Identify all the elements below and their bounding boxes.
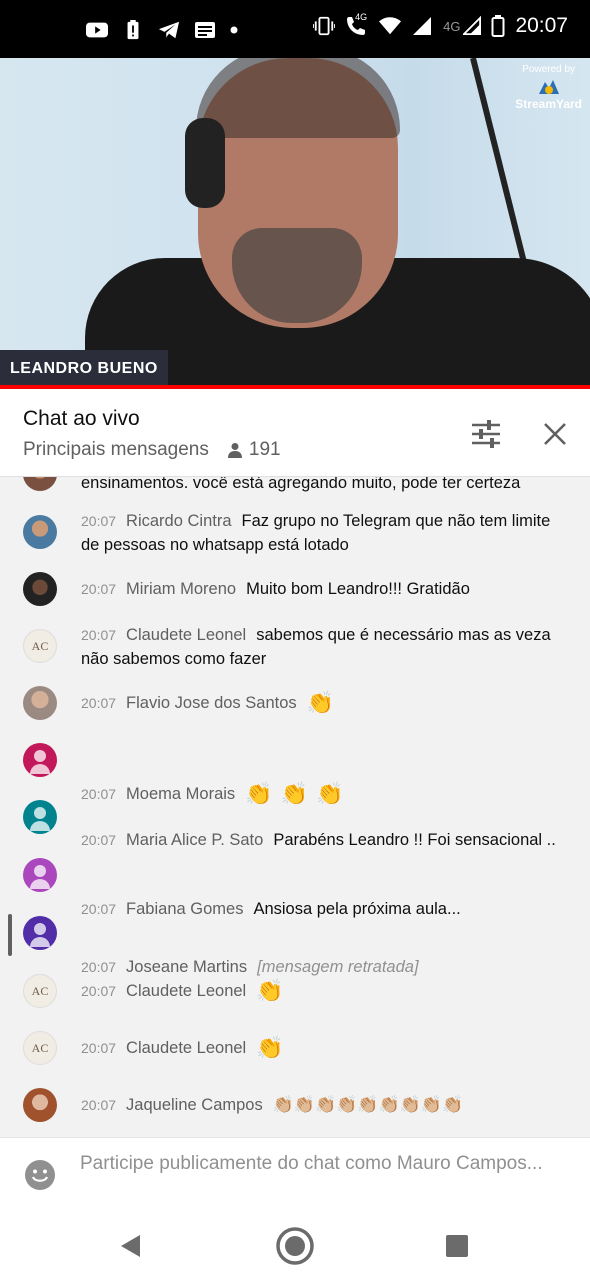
signal-icon [413,17,432,35]
avatar[interactable] [23,515,57,549]
message-author[interactable]: Fabiana Gomes [126,900,243,918]
clapping-emoji: 👏 [306,690,335,715]
chat-message: 20:07 Moema Morais 👏 👏 👏 [0,743,590,806]
recent-apps-icon[interactable] [446,1235,468,1257]
avatar[interactable]: AC [23,629,57,663]
headset [185,118,225,208]
message-text: Parabéns Leandro !! Foi sensacional .. [273,831,556,849]
avatar[interactable] [23,916,57,950]
avatar[interactable] [23,743,57,777]
presenter-name-tag: LEANDRO BUENO [0,350,168,388]
notification-icons [86,20,238,40]
signal-4g-icon: 4G [443,16,482,36]
system-icons: 4G 4G 20:07 [313,12,568,38]
volte-call-icon: 4G [345,12,369,37]
chat-header: Chat ao vivo Principais mensagens 191 [0,389,590,477]
chat-mode-selector[interactable]: Principais mensagens [23,439,209,461]
message-author[interactable]: Flavio Jose dos Santos [126,694,297,712]
dot-icon [230,26,238,34]
live-video-player[interactable]: Powered by StreamYard LEANDRO BUENO [0,58,590,388]
battery-alert-icon [127,20,139,40]
message-time: 20:07 [81,627,117,643]
avatar[interactable] [23,686,57,720]
close-chat-button[interactable] [540,419,570,449]
news-icon [195,22,215,38]
streamyard-watermark: Powered by StreamYard [515,64,582,111]
home-icon[interactable] [275,1226,315,1266]
chat-message: 20:07 Maria Alice P. Sato Parabéns Leandro… [0,794,590,849]
filter-settings-button[interactable] [470,419,502,449]
avatar[interactable] [23,477,57,491]
message-author[interactable]: Claudete Leonel [126,1039,246,1057]
chat-message: 20:07 Joseane Martins [mensagem retratada] [0,916,590,976]
vibrate-icon [313,16,336,36]
emoji-picker-button[interactable] [24,1159,56,1191]
message-text: Muito bom Leandro!!! Gratidão [246,580,470,598]
message-time: 20:07 [81,513,117,529]
viewer-count: 191 [227,439,281,461]
message-time: 20:07 [81,581,117,597]
message-time: 20:07 [81,832,117,848]
avatar[interactable]: AC [23,1031,57,1065]
avatar[interactable]: AC [23,974,57,1008]
message-author[interactable]: Miriam Moreno [126,580,236,598]
status-bar: 4G 4G 20:07 [0,0,590,58]
avatar[interactable] [23,1088,57,1122]
chat-message: 20:07 Fabiana Gomes Ansiosa pela próxima a… [0,858,590,918]
avatar[interactable] [23,858,57,892]
message-time: 20:07 [81,695,117,711]
retracted-message: [mensagem retratada] [257,958,419,976]
telegram-icon [158,21,180,39]
avatar[interactable] [23,572,57,606]
chat-input-bar: Participe publicamente do chat como Maur… [0,1137,590,1211]
battery-icon [491,15,505,37]
back-icon[interactable] [118,1233,142,1259]
streamyard-logo-icon [538,80,559,94]
clapping-emoji: 👏 [256,978,284,1003]
message-author[interactable]: Maria Alice P. Sato [126,831,263,849]
chat-title: Chat ao vivo [23,407,140,430]
chat-message-list[interactable]: ensinamentos. você está agregando muito,… [0,477,590,1137]
message-text: Ansiosa pela próxima aula... [253,900,461,918]
message-time: 20:07 [81,1040,117,1056]
message-time: 20:07 [81,1097,117,1113]
android-nav-bar [0,1211,590,1280]
chat-message-input[interactable]: Participe publicamente do chat como Maur… [80,1152,560,1176]
youtube-icon [86,22,108,38]
message-author[interactable]: Joseane Martins [126,958,247,976]
clapping-emoji-row: 👏🏼👏🏼👏🏼👏🏼👏🏼👏🏼👏🏼👏🏼👏🏼 [272,1095,464,1114]
message-time: 20:07 [81,959,117,975]
clock: 20:07 [515,14,568,37]
wifi-icon [379,17,402,35]
message-author[interactable]: Ricardo Cintra [126,512,231,530]
avatar[interactable] [23,800,57,834]
clapping-emoji: 👏 [256,1035,284,1060]
message-author[interactable]: Claudete Leonel [126,626,246,644]
message-author[interactable]: Jaqueline Campos [126,1096,263,1114]
message-time: 20:07 [81,983,117,999]
person-icon [227,443,242,458]
message-time: 20:07 [81,901,117,917]
message-author[interactable]: Claudete Leonel [126,982,246,1000]
